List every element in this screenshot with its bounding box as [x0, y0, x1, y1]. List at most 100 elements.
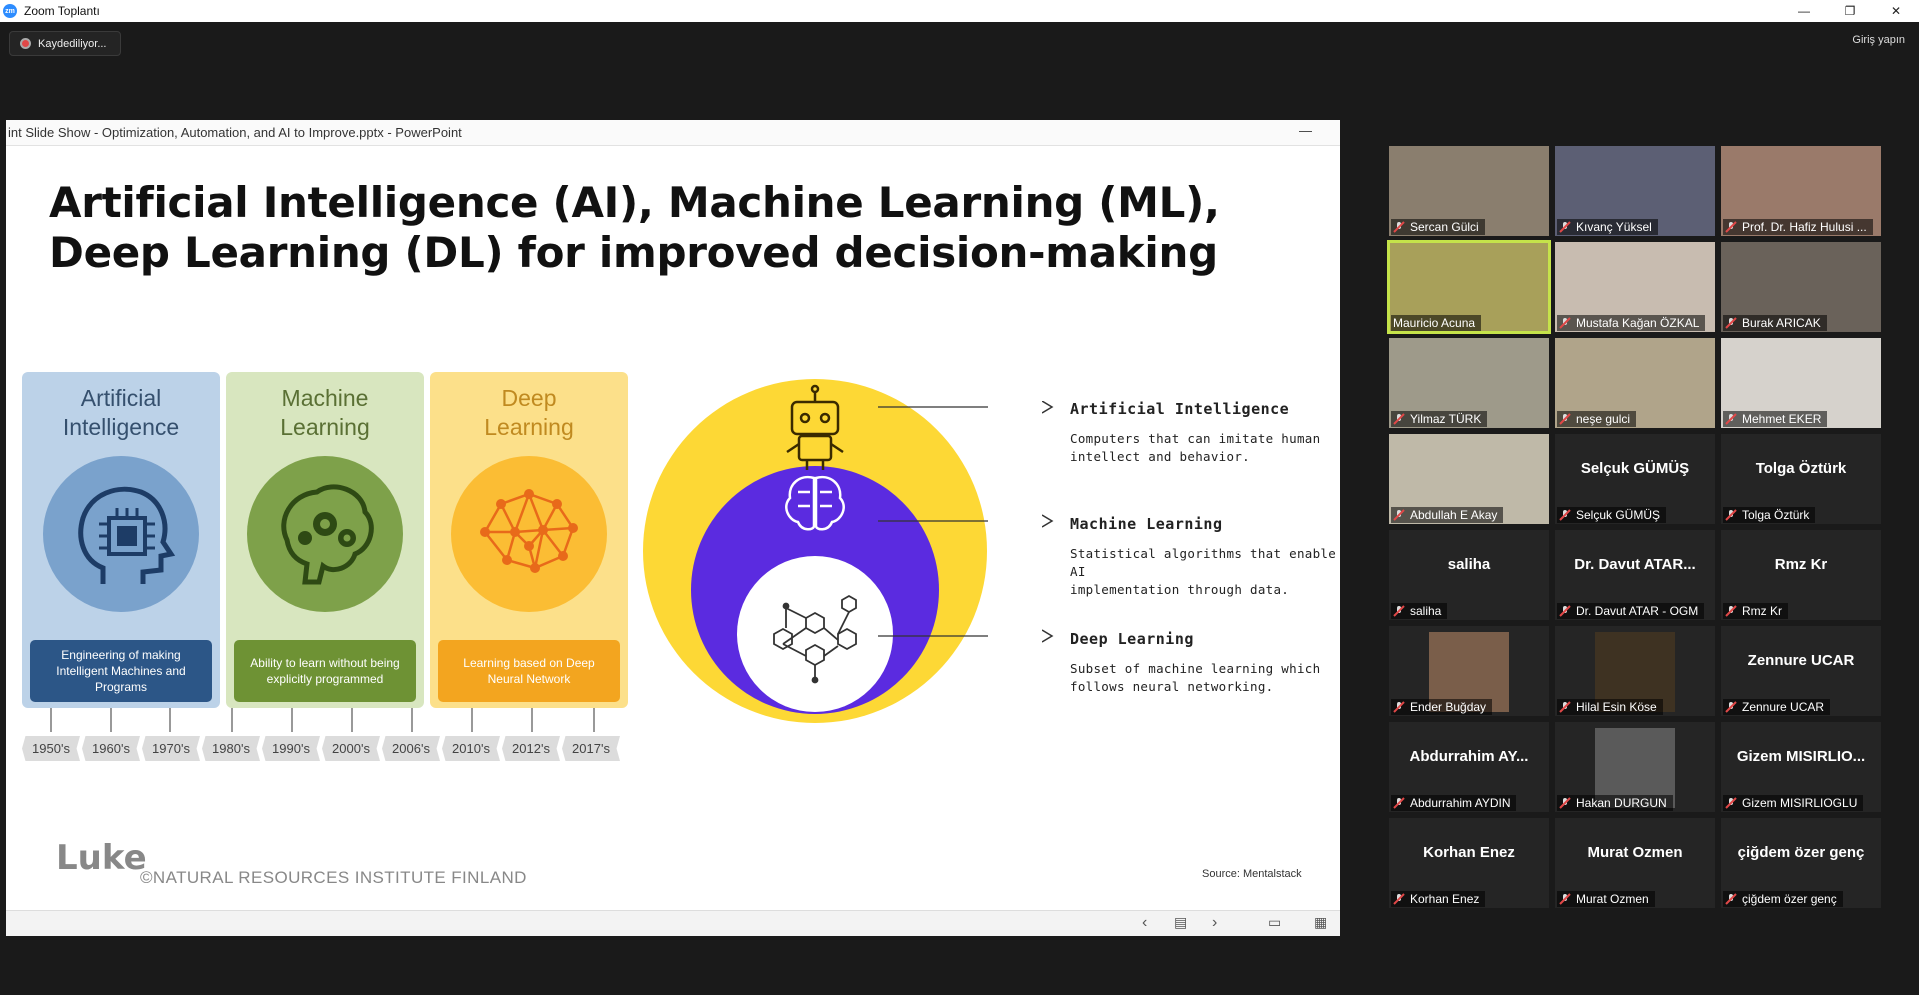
- participant-tile[interactable]: Murat Ozmen Murat Ozmen: [1555, 818, 1715, 908]
- ppt-titlebar: int Slide Show - Optimization, Automatio…: [6, 120, 1340, 146]
- participant-label: Burak ARICAK: [1723, 315, 1827, 331]
- participant-tile[interactable]: çiğdem özer genç çiğdem özer genç: [1721, 818, 1881, 908]
- decade-label: 1970's: [142, 736, 200, 761]
- mic-muted-icon: [1725, 317, 1737, 329]
- participant-tile[interactable]: Hakan DURGUN: [1555, 722, 1715, 812]
- participant-tile[interactable]: Prof. Dr. Hafiz Hulusi ...: [1721, 146, 1881, 236]
- mic-muted-icon: [1559, 605, 1571, 617]
- grid-view-icon[interactable]: ▦: [1314, 914, 1327, 931]
- participant-label: Hilal Esin Köse: [1557, 699, 1663, 715]
- participant-tile[interactable]: Gizem MISIRLIO... Gizem MISIRLIOGLU: [1721, 722, 1881, 812]
- participant-label: Zennure UCAR: [1723, 699, 1831, 715]
- decade-label: 2000's: [322, 736, 380, 761]
- slideshow-toolbar: ‹ ▤ › ▭ ▦: [6, 910, 1340, 936]
- nested-circles-diagram: [643, 379, 988, 723]
- participant-display-name: Rmz Kr: [1774, 556, 1828, 573]
- decade-label: 2010's: [442, 736, 500, 761]
- participant-tile[interactable]: saliha saliha: [1389, 530, 1549, 620]
- participant-label: Ender Buğday: [1391, 699, 1493, 715]
- participant-name: Abdullah E Akay: [1410, 508, 1498, 522]
- participant-name: Dr. Davut ATAR - OGM: [1576, 604, 1699, 618]
- participant-label: Abdullah E Akay: [1391, 507, 1504, 523]
- participant-display-name: Gizem MISIRLIO...: [1736, 748, 1866, 765]
- signin-link[interactable]: Giriş yapın: [1852, 34, 1905, 46]
- slide-title: Artificial Intelligence (AI), Machine Le…: [49, 178, 1220, 278]
- participant-tile[interactable]: Mehmet EKER: [1721, 338, 1881, 428]
- annotation-line: Computers that can imitate human: [1070, 431, 1321, 446]
- window-titlebar: zm Zoom Toplantı — ❐ ✕: [0, 0, 1919, 22]
- participant-name: Selçuk GÜMÜŞ: [1576, 508, 1661, 522]
- participant-tile[interactable]: Ender Buğday: [1389, 626, 1549, 716]
- participant-tile[interactable]: Abdullah E Akay: [1389, 434, 1549, 524]
- mic-muted-icon: [1559, 413, 1571, 425]
- mic-muted-icon: [1725, 797, 1737, 809]
- brain-gears-icon: [247, 456, 403, 612]
- participant-tile[interactable]: Selçuk GÜMÜŞ Selçuk GÜMÜŞ: [1555, 434, 1715, 524]
- participant-tile[interactable]: Tolga Öztürk Tolga Öztürk: [1721, 434, 1881, 524]
- participant-name: Rmz Kr: [1742, 604, 1782, 618]
- participant-label: Prof. Dr. Hafiz Hulusi ...: [1723, 219, 1873, 235]
- participant-name: Mauricio Acuna: [1393, 316, 1476, 330]
- annotation-line: follows neural networking.: [1070, 679, 1274, 694]
- zoom-logo-icon: zm: [3, 4, 17, 18]
- restore-button[interactable]: ❐: [1827, 0, 1873, 22]
- participant-name: Zennure UCAR: [1742, 700, 1825, 714]
- participant-tile[interactable]: Burak ARICAK: [1721, 242, 1881, 332]
- minimize-button[interactable]: —: [1781, 0, 1827, 22]
- panel-ml: Machine Learning Ability to learn withou…: [226, 372, 424, 708]
- decade-label: 1950's: [22, 736, 80, 761]
- participant-name: Gizem MISIRLIOGLU: [1742, 796, 1858, 810]
- annotation-ml: Machine Learning Statistical algorithms …: [1070, 515, 1340, 599]
- participant-name: Mustafa Kağan ÖZKAL: [1576, 316, 1700, 330]
- panel-ai: Artificial Intelligence Engineering of m…: [22, 372, 220, 708]
- participant-display-name: Selçuk GÜMÜŞ: [1580, 460, 1690, 477]
- annotation-text: Statistical algorithms that enable AI im…: [1070, 545, 1340, 599]
- arrowheads: [1042, 401, 1054, 643]
- mic-muted-icon: [1393, 797, 1405, 809]
- decade-label: 2017's: [562, 736, 620, 761]
- panel-description: Ability to learn without being explicitl…: [234, 640, 416, 702]
- mic-muted-icon: [1559, 701, 1571, 713]
- panel-heading: Machine Learning: [226, 384, 424, 442]
- participant-name: Korhan Enez: [1410, 892, 1480, 906]
- recording-indicator[interactable]: Kaydediliyor...: [9, 31, 122, 56]
- participant-tile[interactable]: neşe gulci: [1555, 338, 1715, 428]
- participant-name: çiğdem özer genç: [1742, 892, 1837, 906]
- window-title: Zoom Toplantı: [24, 4, 100, 18]
- participant-label: çiğdem özer genç: [1723, 891, 1843, 907]
- participant-label: Korhan Enez: [1391, 891, 1486, 907]
- participant-tile[interactable]: Hilal Esin Köse: [1555, 626, 1715, 716]
- participant-label: Rmz Kr: [1723, 603, 1788, 619]
- mic-muted-icon: [1393, 509, 1405, 521]
- decade-timeline: 1950's 1960's 1970's 1980's 1990's 2000'…: [22, 708, 632, 762]
- participant-tile[interactable]: Rmz Kr Rmz Kr: [1721, 530, 1881, 620]
- participant-tile[interactable]: Zennure UCAR Zennure UCAR: [1721, 626, 1881, 716]
- ppt-minimize-button[interactable]: —: [1299, 123, 1312, 138]
- participant-name: Sercan Gülci: [1410, 220, 1479, 234]
- mic-muted-icon: [1393, 413, 1405, 425]
- annotation-line: implementation through data.: [1070, 582, 1290, 597]
- decade-label: 1960's: [82, 736, 140, 761]
- participant-tile-active-speaker[interactable]: Mauricio Acuna: [1387, 240, 1551, 334]
- participant-tile[interactable]: Mustafa Kağan ÖZKAL: [1555, 242, 1715, 332]
- panel-heading: Artificial Intelligence: [22, 384, 220, 442]
- panel-heading: Deep Learning: [430, 384, 628, 442]
- decade-label: 1990's: [262, 736, 320, 761]
- participant-tile[interactable]: Yilmaz TÜRK: [1389, 338, 1549, 428]
- participant-tile[interactable]: Kıvanç Yüksel: [1555, 146, 1715, 236]
- participant-tile[interactable]: Sercan Gülci: [1389, 146, 1549, 236]
- participant-tile[interactable]: Dr. Davut ATAR... Dr. Davut ATAR - OGM: [1555, 530, 1715, 620]
- slide-menu-icon[interactable]: ▤: [1174, 914, 1187, 931]
- participant-tile[interactable]: Abdurrahim AY... Abdurrahim AYDIN: [1389, 722, 1549, 812]
- participant-label: Mustafa Kağan ÖZKAL: [1557, 315, 1706, 331]
- participant-tile[interactable]: Korhan Enez Korhan Enez: [1389, 818, 1549, 908]
- panel-dl: Deep Learning Learning based on Deep Neu…: [430, 372, 628, 708]
- annotation-line: Subset of machine learning which: [1070, 661, 1321, 676]
- participant-display-name: Zennure UCAR: [1747, 652, 1855, 669]
- normal-view-icon[interactable]: ▭: [1268, 914, 1281, 931]
- recording-label: Kaydediliyor...: [38, 37, 107, 50]
- previous-slide-button[interactable]: ‹: [1142, 914, 1147, 932]
- participant-label: Murat Ozmen: [1557, 891, 1655, 907]
- close-button[interactable]: ✕: [1873, 0, 1919, 22]
- next-slide-button[interactable]: ›: [1212, 914, 1217, 932]
